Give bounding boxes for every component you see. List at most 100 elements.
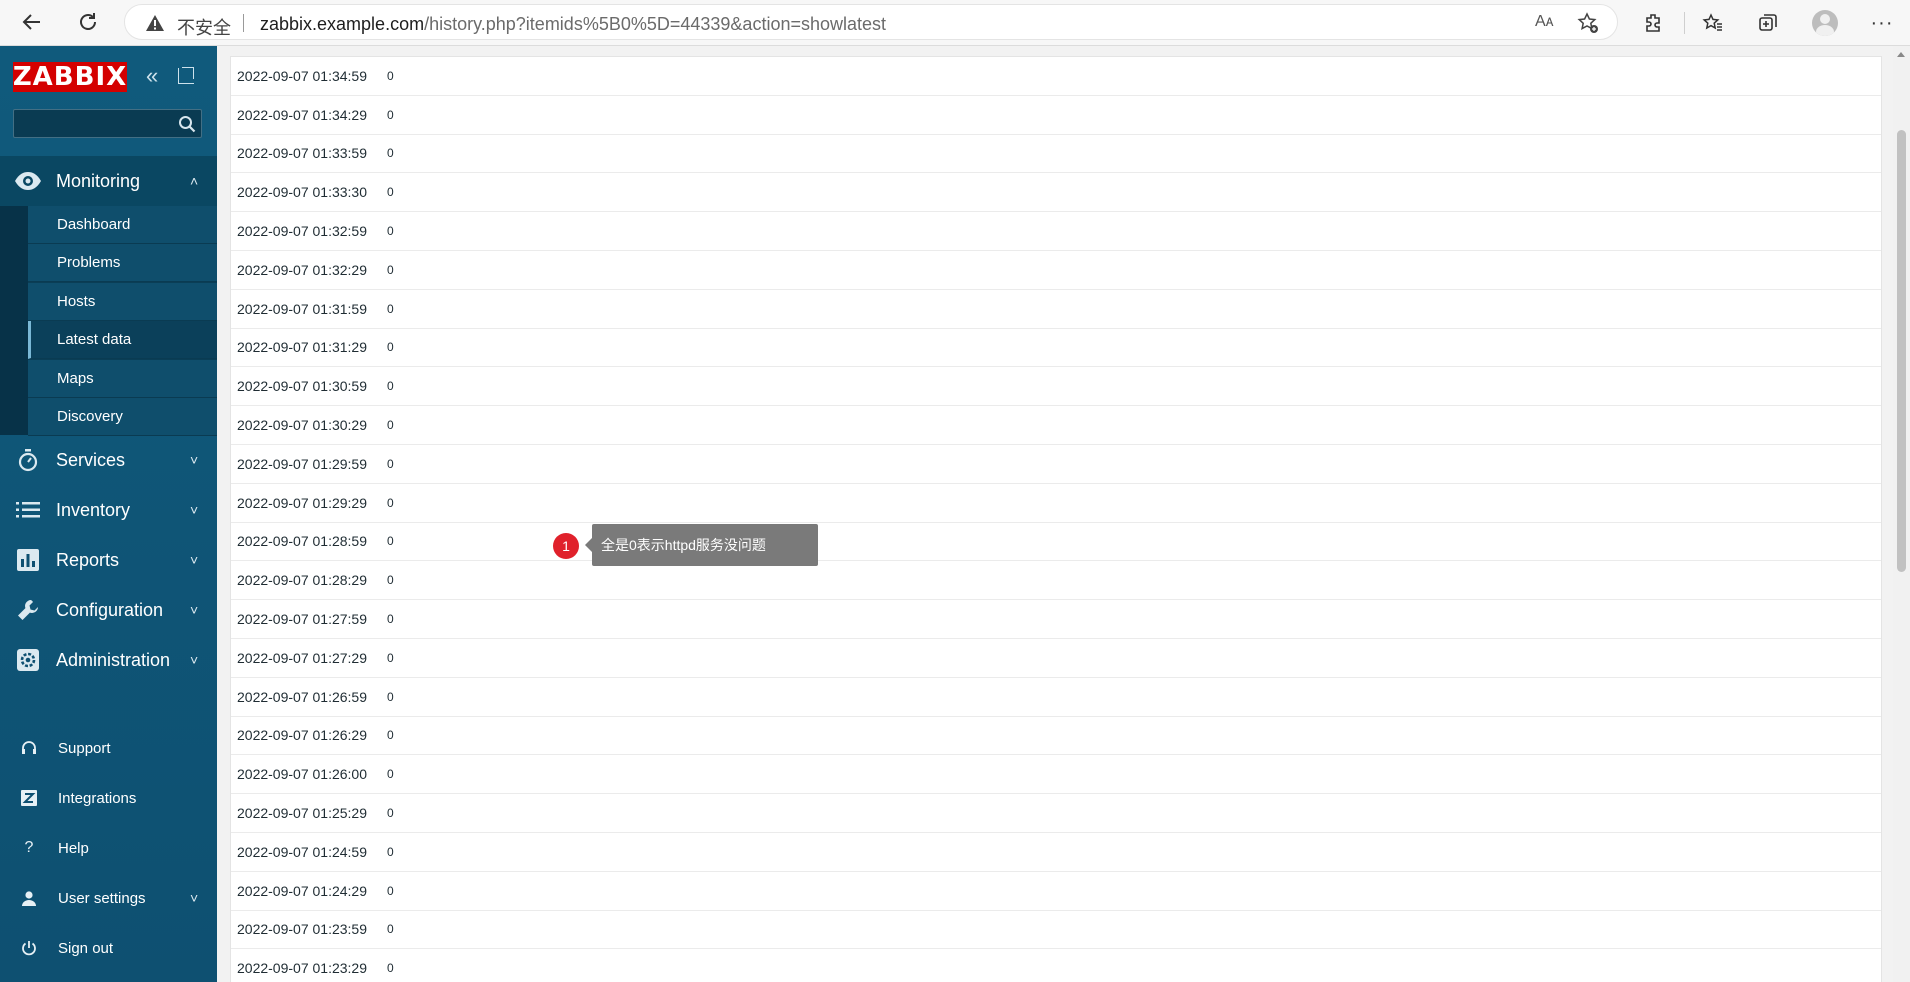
table-row: 2022-09-07 01:31:59 0 xyxy=(231,290,1881,329)
submenu-item-maps[interactable]: Maps xyxy=(28,360,217,398)
history-timestamp: 2022-09-07 01:24:59 xyxy=(237,843,367,860)
menu-administration-label: Administration xyxy=(56,649,171,670)
submenu-item-hosts[interactable]: Hosts xyxy=(28,283,217,321)
sidebar: ZABBIX « Monitoring ˄ Dashboard Problems… xyxy=(0,46,217,982)
menu-support[interactable]: Support xyxy=(0,728,217,768)
history-timestamp: 2022-09-07 01:26:29 xyxy=(237,727,367,744)
history-value: 0 xyxy=(387,961,394,976)
table-row: 2022-09-07 01:32:29 0 xyxy=(231,251,1881,290)
search-icon[interactable] xyxy=(178,115,196,138)
menu-configuration[interactable]: Configuration ˅ xyxy=(0,585,217,635)
chevron-down-icon: ˅ xyxy=(190,602,199,618)
security-label[interactable]: 不安全 xyxy=(177,14,231,40)
scroll-thumb[interactable] xyxy=(1897,130,1906,572)
history-value: 0 xyxy=(387,456,394,471)
menu-reports[interactable]: Reports ˅ xyxy=(0,535,217,585)
history-timestamp: 2022-09-07 01:34:29 xyxy=(237,106,367,123)
history-timestamp: 2022-09-07 01:25:29 xyxy=(237,805,367,822)
menu-sign-out-label: Sign out xyxy=(58,939,114,957)
power-icon xyxy=(18,937,40,959)
chevron-down-icon: ˅ xyxy=(190,452,199,468)
submenu-item-dashboard[interactable]: Dashboard xyxy=(28,206,217,244)
history-timestamp: 2022-09-07 01:24:29 xyxy=(237,882,367,899)
kiosk-mode-icon[interactable] xyxy=(178,67,194,84)
menu-reports-label: Reports xyxy=(56,549,120,570)
table-row: 2022-09-07 01:30:59 0 xyxy=(231,367,1881,407)
submenu-item-discovery[interactable]: Discovery xyxy=(28,398,217,436)
table-row: 2022-09-07 01:27:29 0 xyxy=(231,639,1881,678)
table-row: 2022-09-07 01:27:59 0 xyxy=(231,600,1881,639)
address-bar[interactable]: 不安全 zabbix.example.com/history.php?itemi… xyxy=(124,4,1618,40)
table-row: 2022-09-07 01:34:29 0 xyxy=(231,96,1881,135)
read-aloud-icon[interactable]: Aᴀ xyxy=(1535,13,1554,31)
add-favorite-icon[interactable] xyxy=(1577,12,1599,39)
sidebar-search-input[interactable] xyxy=(13,109,202,138)
history-timestamp: 2022-09-07 01:34:59 xyxy=(237,67,367,84)
history-value: 0 xyxy=(387,340,394,355)
list-icon xyxy=(14,496,42,524)
chevron-up-icon: ˄ xyxy=(190,173,199,189)
table-row: 2022-09-07 01:28:29 0 xyxy=(231,561,1881,601)
history-value: 0 xyxy=(387,883,394,898)
favorites-icon[interactable] xyxy=(1699,9,1727,37)
zabbix-logo[interactable]: ZABBIX xyxy=(13,62,127,92)
url-text[interactable]: zabbix.example.com/history.php?itemids%5… xyxy=(260,14,886,35)
address-divider xyxy=(243,14,244,32)
history-timestamp: 2022-09-07 01:29:59 xyxy=(237,455,367,472)
profile-avatar[interactable] xyxy=(1811,9,1839,37)
history-timestamp: 2022-09-07 01:28:59 xyxy=(237,533,367,550)
extensions-icon[interactable] xyxy=(1640,9,1668,37)
back-button[interactable] xyxy=(17,7,47,37)
menu-user-settings[interactable]: User settings ˅ xyxy=(0,878,217,918)
more-menu-button[interactable]: ··· xyxy=(1868,9,1896,37)
table-row: 2022-09-07 01:29:59 0 xyxy=(231,445,1881,484)
history-timestamp: 2022-09-07 01:23:29 xyxy=(237,960,367,977)
wrench-icon xyxy=(14,596,42,624)
history-timestamp: 2022-09-07 01:28:29 xyxy=(237,572,367,589)
scroll-up-icon[interactable] xyxy=(1897,52,1905,57)
reload-icon xyxy=(80,13,96,30)
history-value: 0 xyxy=(387,534,394,549)
menu-inventory[interactable]: Inventory ˅ xyxy=(0,485,217,535)
submenu-item-latest-data[interactable]: Latest data xyxy=(28,321,217,359)
main-content: 2022-09-07 01:34:59 0 2022-09-07 01:34:29 0… xyxy=(217,46,1893,982)
chevron-down-icon: ˅ xyxy=(190,502,199,518)
history-value: 0 xyxy=(387,728,394,743)
history-timestamp: 2022-09-07 01:26:00 xyxy=(237,766,367,783)
collections-icon[interactable] xyxy=(1754,9,1782,37)
table-row: 2022-09-07 01:31:29 0 xyxy=(231,329,1881,368)
more-dots-icon: ··· xyxy=(1870,11,1894,34)
table-row: 2022-09-07 01:32:59 0 xyxy=(231,212,1881,251)
history-value: 0 xyxy=(387,262,394,277)
table-row: 2022-09-07 01:26:00 0 xyxy=(231,755,1881,795)
menu-support-label: Support xyxy=(58,739,111,757)
table-row: 2022-09-07 01:34:59 0 xyxy=(231,57,1881,96)
submenu-item-problems[interactable]: Problems xyxy=(28,244,217,282)
gear-icon xyxy=(14,646,42,674)
history-value: 0 xyxy=(387,68,394,83)
collapse-sidebar-icon[interactable]: « xyxy=(146,65,158,87)
table-row: 2022-09-07 01:23:59 0 xyxy=(231,911,1881,950)
history-timestamp: 2022-09-07 01:32:29 xyxy=(237,261,367,278)
url-host: zabbix.example.com xyxy=(260,14,425,34)
eye-icon xyxy=(14,167,42,195)
reload-button[interactable] xyxy=(73,7,103,37)
history-timestamp: 2022-09-07 01:31:29 xyxy=(237,339,367,356)
chevron-down-icon: ˅ xyxy=(190,552,199,568)
menu-help[interactable]: ? Help xyxy=(0,828,217,868)
history-value: 0 xyxy=(387,767,394,782)
table-row: 2022-09-07 01:33:59 0 xyxy=(231,135,1881,174)
page-scrollbar[interactable] xyxy=(1893,46,1910,982)
history-value: 0 xyxy=(387,185,394,200)
menu-services-label: Services xyxy=(56,449,126,470)
warning-icon xyxy=(145,14,165,37)
menu-services[interactable]: Services ˅ xyxy=(0,435,217,485)
menu-administration[interactable]: Administration ˅ xyxy=(0,635,217,685)
history-value: 0 xyxy=(387,844,394,859)
history-timestamp: 2022-09-07 01:30:59 xyxy=(237,378,367,395)
menu-integrations[interactable]: Integrations xyxy=(0,778,217,818)
menu-configuration-label: Configuration xyxy=(56,599,164,620)
history-timestamp: 2022-09-07 01:31:59 xyxy=(237,300,367,317)
menu-sign-out[interactable]: Sign out xyxy=(0,928,217,968)
menu-monitoring[interactable]: Monitoring ˄ xyxy=(0,156,217,206)
